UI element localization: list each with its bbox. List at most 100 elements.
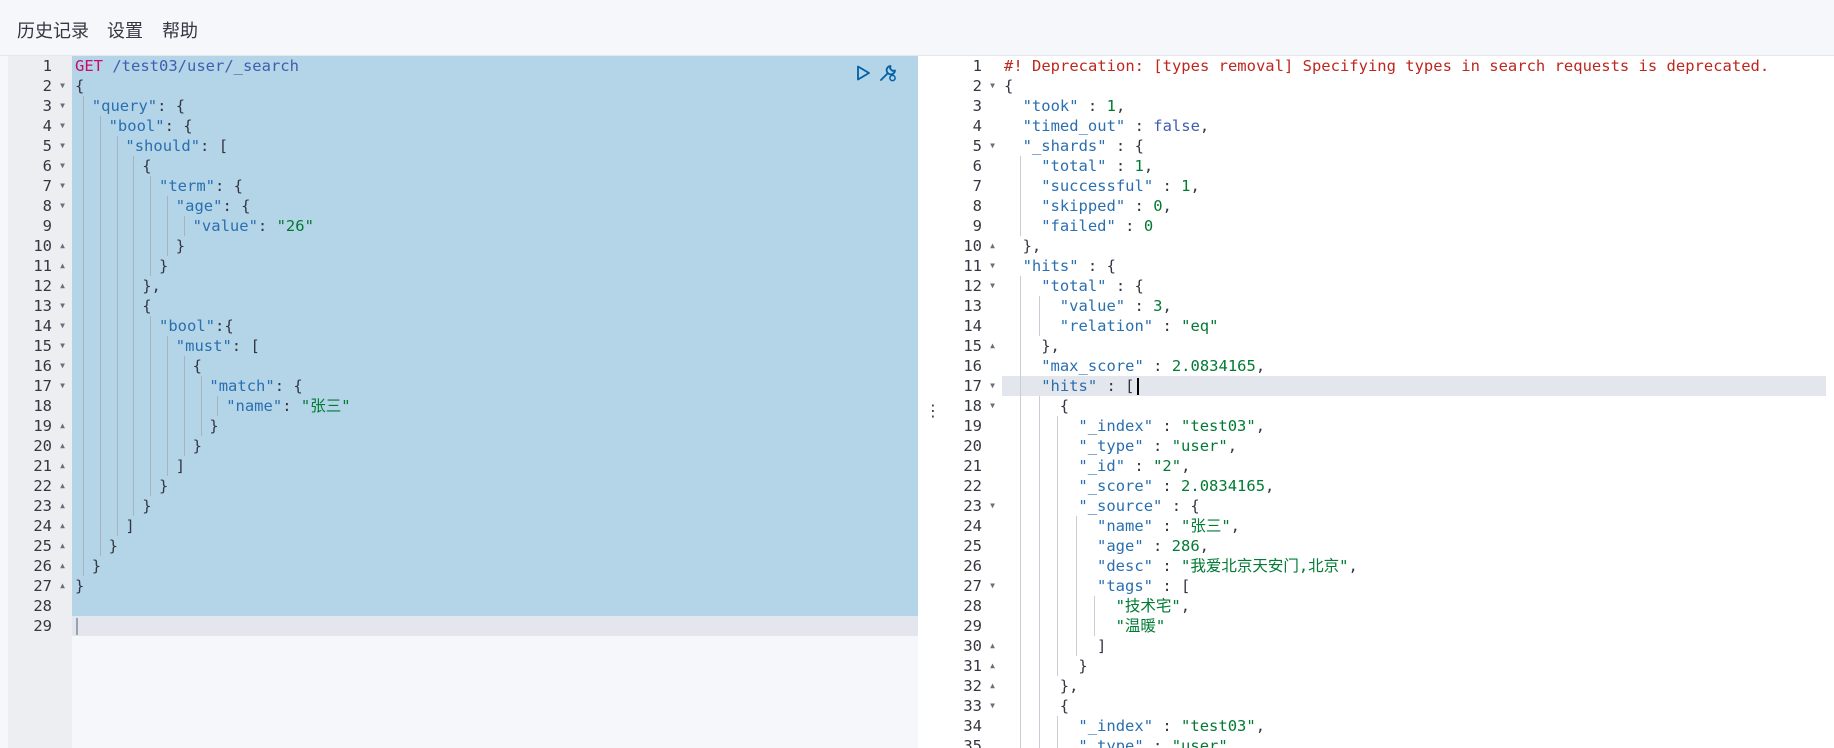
line-number: 19 xyxy=(33,417,52,435)
code-token: "user" xyxy=(1171,737,1228,748)
code-line: "_score" : 2.0834165, xyxy=(1078,476,1274,496)
line-number: 24 xyxy=(33,517,52,535)
code-token: : { xyxy=(1106,137,1144,155)
fold-caret-down-icon[interactable]: ▼ xyxy=(60,376,65,396)
indent-guide xyxy=(1020,296,1021,316)
fold-caret-up-icon[interactable]: ▲ xyxy=(60,436,65,456)
code-token: "张三" xyxy=(1181,517,1231,535)
fold-caret-down-icon[interactable]: ▼ xyxy=(60,116,65,136)
line-number: 29 xyxy=(33,617,52,635)
fold-caret-down-icon[interactable]: ▼ xyxy=(990,376,995,396)
line-number: 18 xyxy=(963,397,982,415)
indent-guide xyxy=(83,136,84,156)
wrench-icon[interactable] xyxy=(877,62,899,84)
fold-caret-down-icon[interactable]: ▼ xyxy=(60,316,65,336)
fold-caret-down-icon[interactable]: ▼ xyxy=(60,356,65,376)
request-editor[interactable]: GET /test03/user/_search{"query": {"bool… xyxy=(72,56,918,748)
fold-caret-up-icon[interactable]: ▲ xyxy=(60,236,65,256)
fold-caret-down-icon[interactable]: ▼ xyxy=(60,196,65,216)
fold-caret-down-icon[interactable]: ▼ xyxy=(990,136,995,156)
fold-caret-up-icon[interactable]: ▲ xyxy=(60,456,65,476)
fold-caret-up-icon[interactable]: ▲ xyxy=(60,476,65,496)
code-token: 2.0834165 xyxy=(1171,357,1256,375)
fold-caret-up-icon[interactable]: ▲ xyxy=(60,256,65,276)
fold-caret-down-icon[interactable]: ▼ xyxy=(60,296,65,316)
code-token: { xyxy=(192,357,202,375)
fold-caret-up-icon[interactable]: ▲ xyxy=(60,556,65,576)
code-token: : xyxy=(1078,97,1107,115)
indent-guide xyxy=(1057,536,1059,556)
line-number: 2 xyxy=(972,77,982,95)
fold-caret-down-icon[interactable]: ▼ xyxy=(990,396,995,416)
fold-caret-down-icon[interactable]: ▼ xyxy=(990,696,995,716)
indent-guide xyxy=(116,476,118,496)
indent-guide xyxy=(133,416,135,436)
fold-caret-down-icon[interactable]: ▼ xyxy=(60,176,65,196)
indent-guide xyxy=(1075,596,1077,616)
line-number: 22 xyxy=(33,477,52,495)
fold-caret-down-icon[interactable]: ▼ xyxy=(60,76,65,96)
fold-caret-down-icon[interactable]: ▼ xyxy=(60,136,65,156)
line-number: 15 xyxy=(33,337,52,355)
line-number: 28 xyxy=(963,597,982,615)
code-token: "_type" xyxy=(1078,737,1144,748)
indent-guide xyxy=(133,496,135,516)
indent-guide xyxy=(83,536,84,556)
pane-resizer[interactable]: ⋮ xyxy=(918,56,941,748)
code-token: "bool" xyxy=(159,317,215,335)
fold-caret-up-icon[interactable]: ▲ xyxy=(60,416,65,436)
indent-guide xyxy=(1020,156,1021,176)
code-line: "_source" : { xyxy=(1078,496,1199,516)
fold-caret-up-icon[interactable]: ▲ xyxy=(60,496,65,516)
fold-caret-down-icon[interactable]: ▼ xyxy=(60,96,65,116)
fold-caret-up-icon[interactable]: ▲ xyxy=(990,676,995,696)
fold-caret-up-icon[interactable]: ▲ xyxy=(60,576,65,596)
fold-caret-down-icon[interactable]: ▼ xyxy=(990,576,995,596)
response-editor[interactable]: #! Deprecation: [types removal] Specifyi… xyxy=(1002,56,1834,748)
fold-caret-down-icon[interactable]: ▼ xyxy=(990,76,995,96)
code-token: , xyxy=(1115,97,1126,115)
indent-guide xyxy=(150,336,152,356)
fold-caret-down-icon[interactable]: ▼ xyxy=(990,276,995,296)
fold-caret-up-icon[interactable]: ▲ xyxy=(60,536,65,556)
line-number: 25 xyxy=(33,537,52,555)
fold-caret-down-icon[interactable]: ▼ xyxy=(990,256,995,276)
code-token: : xyxy=(1125,297,1154,315)
indent-guide xyxy=(1038,436,1040,456)
menu-item-help[interactable]: 帮助 xyxy=(162,21,198,43)
play-icon[interactable] xyxy=(852,62,874,84)
code-line: "_id" : "2", xyxy=(1078,456,1190,476)
code-line: "bool": { xyxy=(109,116,193,136)
fold-caret-down-icon[interactable]: ▼ xyxy=(60,156,65,176)
code-line: "successful" : 1, xyxy=(1041,176,1200,196)
fold-caret-up-icon[interactable]: ▲ xyxy=(990,636,995,656)
fold-caret-down-icon[interactable]: ▼ xyxy=(60,336,65,356)
code-token: { xyxy=(1004,77,1014,95)
fold-caret-up-icon[interactable]: ▲ xyxy=(990,236,995,256)
fold-caret-up-icon[interactable]: ▲ xyxy=(990,336,995,356)
menu-item-history[interactable]: 历史记录 xyxy=(17,21,89,43)
code-token: "value" xyxy=(1059,297,1126,315)
indent-guide xyxy=(1038,616,1040,636)
indent-guide xyxy=(1038,416,1040,436)
code-token: "name" xyxy=(226,397,283,415)
fold-caret-up-icon[interactable]: ▲ xyxy=(60,516,65,536)
code-token: "2" xyxy=(1153,457,1182,475)
line-number: 7 xyxy=(972,177,982,195)
indent-guide xyxy=(1020,276,1021,296)
line-number-row: 7 ▼ xyxy=(8,176,72,196)
indent-guide xyxy=(1057,596,1059,616)
fold-caret-down-icon[interactable]: ▼ xyxy=(990,496,995,516)
code-token: : [ xyxy=(231,337,260,355)
fold-caret-up-icon[interactable]: ▲ xyxy=(60,276,65,296)
code-token: "timed_out" xyxy=(1022,117,1126,135)
indent-guide xyxy=(1020,376,1021,396)
code-line: ] xyxy=(176,456,185,476)
line-number-row: 33 ▼ xyxy=(938,696,1002,716)
menu-item-settings[interactable]: 设置 xyxy=(107,21,143,43)
line-number: 26 xyxy=(963,557,982,575)
line-number-row: 22 xyxy=(938,476,1002,496)
indent-guide xyxy=(1020,556,1021,576)
indent-guide xyxy=(99,116,101,136)
fold-caret-up-icon[interactable]: ▲ xyxy=(990,656,995,676)
